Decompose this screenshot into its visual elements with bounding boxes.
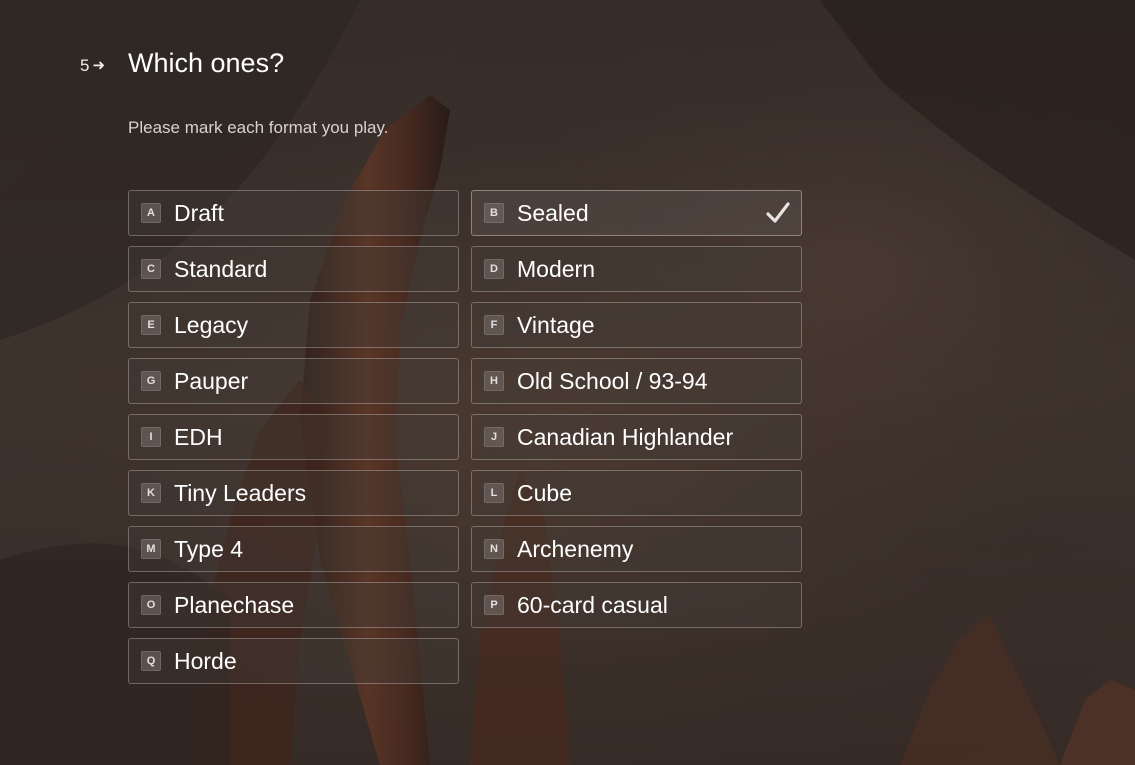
question-title: Which ones? [128, 48, 285, 78]
choice-key-badge: A [141, 203, 161, 223]
choice-key-badge: E [141, 315, 161, 335]
choice-label: Archenemy [517, 535, 634, 562]
choice-label: Draft [174, 199, 224, 226]
choice-label: Type 4 [174, 535, 244, 562]
choice-label: Canadian Highlander [517, 423, 734, 450]
choice-key-badge: O [141, 595, 161, 615]
right-arrow-icon: ➜ [92, 57, 106, 74]
choice-label: Legacy [174, 311, 249, 338]
choice-key-badge: P [484, 595, 504, 615]
choice-label: Horde [174, 647, 237, 674]
choice-key-badge: N [484, 539, 504, 559]
choice-label: Cube [517, 479, 572, 506]
choice-key-badge: F [484, 315, 504, 335]
choice-option-q[interactable]: Q Horde [128, 638, 459, 684]
choice-key-badge: H [484, 371, 504, 391]
choice-label: 60-card casual [517, 591, 668, 618]
choice-option-e[interactable]: E Legacy [128, 302, 459, 348]
question-number: 5 ➜ [80, 56, 105, 76]
choice-option-m[interactable]: M Type 4 [128, 526, 459, 572]
choice-key-badge: I [141, 427, 161, 447]
choice-key-badge: K [141, 483, 161, 503]
choice-option-h[interactable]: H Old School / 93-94 [471, 358, 802, 404]
choice-key-badge: B [484, 203, 504, 223]
choice-label: Standard [174, 255, 268, 282]
choice-option-c[interactable]: C Standard [128, 246, 459, 292]
question-number-text: 5 [80, 56, 90, 75]
choice-label: Planechase [174, 591, 295, 618]
choice-key-badge: L [484, 483, 504, 503]
checkmark-icon [766, 202, 790, 223]
choice-label: Sealed [517, 199, 589, 226]
choice-label: Old School / 93-94 [517, 367, 708, 394]
choice-key-badge: J [484, 427, 504, 447]
choice-option-g[interactable]: G Pauper [128, 358, 459, 404]
choice-label: Vintage [517, 311, 595, 338]
choice-key-badge: G [141, 371, 161, 391]
choice-label: Tiny Leaders [174, 479, 307, 506]
choice-option-d[interactable]: D Modern [471, 246, 802, 292]
question-subtitle: Please mark each format you play. [128, 118, 389, 137]
choice-option-f[interactable]: F Vintage [471, 302, 802, 348]
choice-key-badge: D [484, 259, 504, 279]
choice-option-n[interactable]: N Archenemy [471, 526, 802, 572]
choice-option-p[interactable]: P 60-card casual [471, 582, 802, 628]
choice-option-o[interactable]: O Planechase [128, 582, 459, 628]
choice-option-j[interactable]: J Canadian Highlander [471, 414, 802, 460]
choice-label: Modern [517, 255, 595, 282]
choice-option-l[interactable]: L Cube [471, 470, 802, 516]
question-screen: 5 ➜ Which ones? Please mark each format … [0, 0, 1135, 765]
choice-list: A Draft B Sealed C Standard D Modern E Legacy F Vin… [128, 190, 802, 684]
choice-option-a[interactable]: A Draft [128, 190, 459, 236]
choice-option-b[interactable]: B Sealed [471, 190, 802, 236]
choice-option-k[interactable]: K Tiny Leaders [128, 470, 459, 516]
choice-option-i[interactable]: I EDH [128, 414, 459, 460]
choice-label: EDH [174, 423, 223, 450]
choice-key-badge: C [141, 259, 161, 279]
choice-key-badge: Q [141, 651, 161, 671]
choice-key-badge: M [141, 539, 161, 559]
choice-label: Pauper [174, 367, 249, 394]
